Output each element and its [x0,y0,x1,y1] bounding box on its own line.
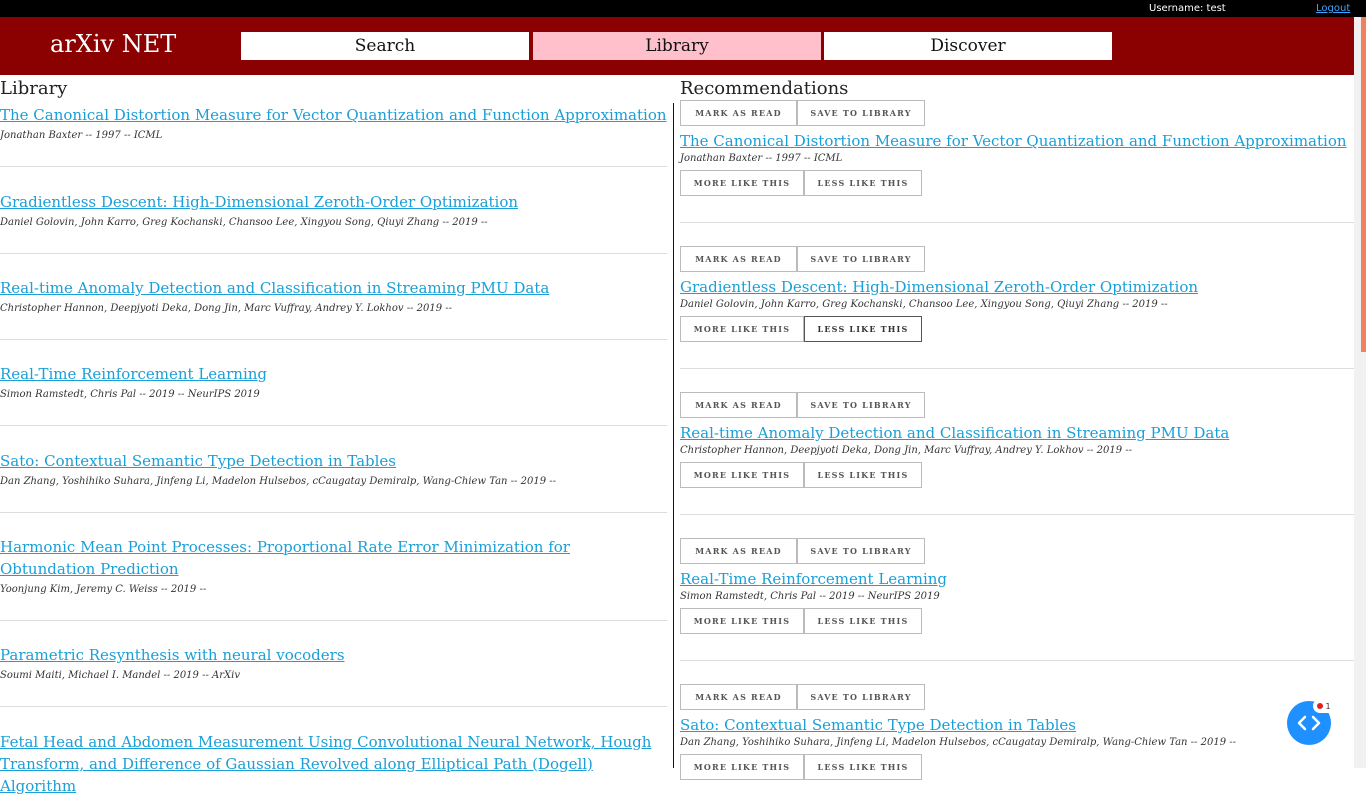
divider [680,222,1354,223]
library-item-meta: Christopher Hannon, Deepjyoti Deka, Dong… [0,303,453,314]
save-to-library-button[interactable]: SAVE TO LIBRARY [797,246,925,272]
recommendation-meta: Jonathan Baxter -- 1997 -- ICML [680,153,843,164]
library-item: Sato: Contextual Semantic Type Detection… [0,450,667,487]
divider [680,368,1354,369]
notification-count: 1 [1325,701,1331,711]
library-heading: Library [0,78,68,99]
library-item: Parametric Resynthesis with neural vocod… [0,644,667,681]
username-label: Username: test [1149,3,1226,14]
tab-library[interactable]: Library [533,32,821,60]
brand-title: arXiv NET [50,30,177,58]
library-item-title[interactable]: Real-Time Reinforcement Learning [0,363,667,385]
divider [0,253,667,254]
divider [0,339,667,340]
recommendation-title[interactable]: Gradientless Descent: High-Dimensional Z… [680,276,1354,298]
more-like-this-button[interactable]: MORE LIKE THIS [680,316,804,342]
library-item-title[interactable]: Harmonic Mean Point Processes: Proportio… [0,536,660,580]
recommendation-item: MARK AS READ SAVE TO LIBRARY Sato: Conte… [680,684,1354,780]
library-item: Gradientless Descent: High-Dimensional Z… [0,191,667,228]
scrollbar-thumb[interactable] [1361,17,1366,352]
library-item-title[interactable]: Parametric Resynthesis with neural vocod… [0,644,667,666]
library-item-meta: Simon Ramstedt, Chris Pal -- 2019 -- Neu… [0,389,260,400]
library-item-title[interactable]: Fetal Head and Abdomen Measurement Using… [0,731,660,797]
recommendation-item: MARK AS READ SAVE TO LIBRARY Gradientles… [680,246,1354,342]
logout-link[interactable]: Logout [1316,3,1350,14]
recommendation-title[interactable]: Real-Time Reinforcement Learning [680,568,1354,590]
header: arXiv NET Search Library Discover [0,17,1366,75]
less-like-this-button[interactable]: LESS LIKE THIS [804,316,922,342]
recommendation-item: MARK AS READ SAVE TO LIBRARY The Canonic… [680,100,1354,196]
less-like-this-button[interactable]: LESS LIKE THIS [804,170,922,196]
library-item: Real-Time Reinforcement Learning Simon R… [0,363,667,400]
more-like-this-button[interactable]: MORE LIKE THIS [680,608,804,634]
less-like-this-button[interactable]: LESS LIKE THIS [804,754,922,780]
library-item-meta: Jonathan Baxter -- 1997 -- ICML [0,130,163,141]
library-item-meta: Daniel Golovin, John Karro, Greg Kochans… [0,217,488,228]
divider [0,620,667,621]
library-item-meta: Soumi Maiti, Michael I. Mandel -- 2019 -… [0,670,240,681]
recommendation-meta: Dan Zhang, Yoshihiko Suhara, Jinfeng Li,… [680,737,1237,748]
recommendation-meta: Simon Ramstedt, Chris Pal -- 2019 -- Neu… [680,591,940,602]
library-item-title[interactable]: Sato: Contextual Semantic Type Detection… [0,450,667,472]
top-bar: Username: test Logout [0,0,1366,17]
library-item-title[interactable]: The Canonical Distortion Measure for Vec… [0,104,667,126]
less-like-this-button[interactable]: LESS LIKE THIS [804,462,922,488]
library-item: Real-time Anomaly Detection and Classifi… [0,277,667,314]
divider [0,166,667,167]
tab-search[interactable]: Search [241,32,529,60]
recommendation-item: MARK AS READ SAVE TO LIBRARY Real-time A… [680,392,1354,488]
save-to-library-button[interactable]: SAVE TO LIBRARY [797,684,925,710]
recommendation-title[interactable]: Real-time Anomaly Detection and Classifi… [680,422,1354,444]
recommendation-meta: Christopher Hannon, Deepjyoti Deka, Dong… [680,445,1133,456]
save-to-library-button[interactable]: SAVE TO LIBRARY [797,392,925,418]
more-like-this-button[interactable]: MORE LIKE THIS [680,462,804,488]
recommendation-item: MARK AS READ SAVE TO LIBRARY Real-Time R… [680,538,1354,634]
mark-as-read-button[interactable]: MARK AS READ [680,684,797,710]
divider [0,706,667,707]
column-divider [673,103,674,768]
more-like-this-button[interactable]: MORE LIKE THIS [680,170,804,196]
less-like-this-button[interactable]: LESS LIKE THIS [804,608,922,634]
library-item-meta: Yoonjung Kim, Jeremy C. Weiss -- 2019 -- [0,584,207,595]
notification-badge: 1 [1313,699,1335,713]
mark-as-read-button[interactable]: MARK AS READ [680,538,797,564]
divider [680,514,1354,515]
recommendation-title[interactable]: Sato: Contextual Semantic Type Detection… [680,714,1354,736]
library-item-meta: Dan Zhang, Yoshihiko Suhara, Jinfeng Li,… [0,476,557,487]
recommendation-meta: Daniel Golovin, John Karro, Greg Kochans… [680,299,1168,310]
recommendations-heading: Recommendations [680,78,849,99]
library-item: Fetal Head and Abdomen Measurement Using… [0,731,660,801]
save-to-library-button[interactable]: SAVE TO LIBRARY [797,538,925,564]
mark-as-read-button[interactable]: MARK AS READ [680,392,797,418]
recommendation-title[interactable]: The Canonical Distortion Measure for Vec… [680,130,1354,152]
library-item-title[interactable]: Real-time Anomaly Detection and Classifi… [0,277,667,299]
save-to-library-button[interactable]: SAVE TO LIBRARY [797,100,925,126]
library-item: The Canonical Distortion Measure for Vec… [0,104,667,141]
more-like-this-button[interactable]: MORE LIKE THIS [680,754,804,780]
library-item-title[interactable]: Gradientless Descent: High-Dimensional Z… [0,191,667,213]
divider [680,660,1354,661]
tab-discover[interactable]: Discover [824,32,1112,60]
library-item: Harmonic Mean Point Processes: Proportio… [0,536,660,595]
code-icon [1297,715,1321,731]
divider [0,425,667,426]
divider [0,512,667,513]
mark-as-read-button[interactable]: MARK AS READ [680,100,797,126]
notification-dot-icon [1317,703,1324,709]
mark-as-read-button[interactable]: MARK AS READ [680,246,797,272]
